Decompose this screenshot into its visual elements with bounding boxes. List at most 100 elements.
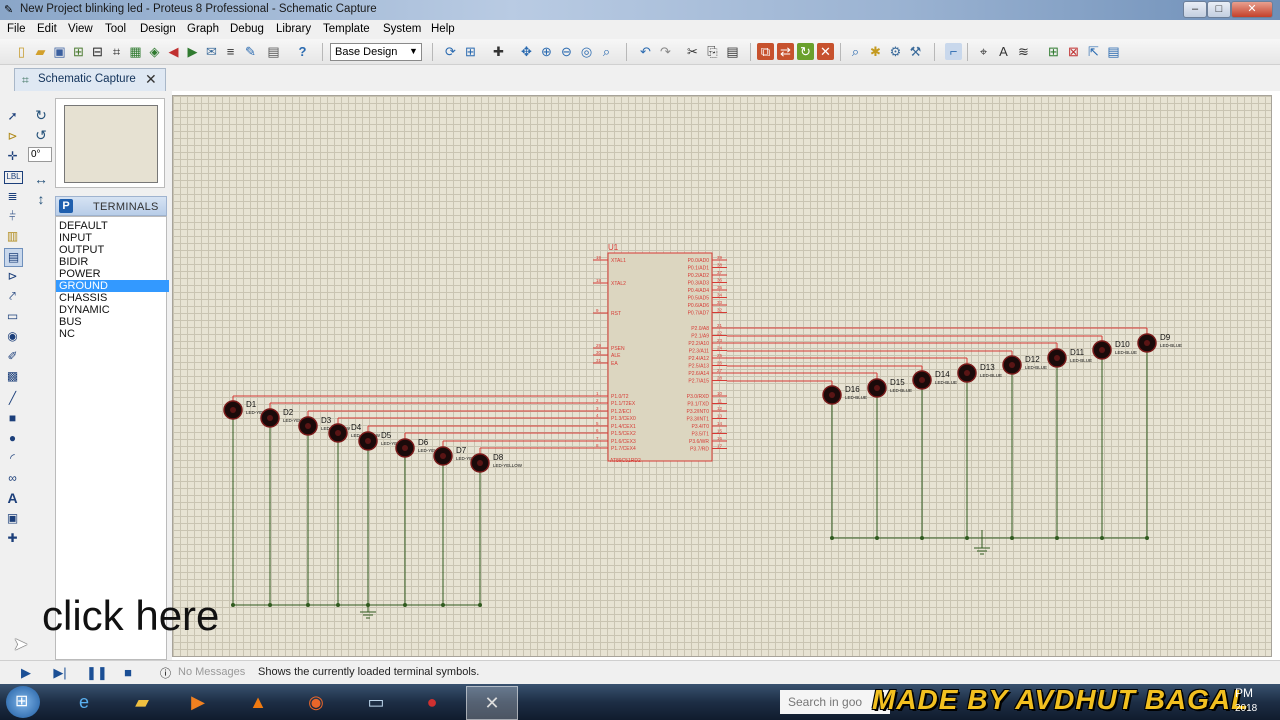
undo-icon[interactable]: ↶	[637, 43, 654, 60]
block-delete-icon[interactable]: ✕	[817, 43, 834, 60]
save-icon[interactable]: ▣	[51, 43, 68, 60]
play-icon[interactable]: ▶	[18, 665, 34, 681]
menu-help[interactable]: Help	[431, 23, 455, 35]
menu-tool[interactable]: Tool	[105, 23, 126, 35]
wire-label-icon[interactable]: LBL	[4, 171, 23, 184]
virtual-instruments-icon[interactable]: ▩	[4, 368, 21, 385]
message-count[interactable]: No Messages	[178, 666, 245, 678]
menu-library[interactable]: Library	[276, 23, 311, 35]
packaging-tool-icon[interactable]: ⚙	[887, 43, 904, 60]
circle-icon[interactable]: ●	[4, 430, 21, 447]
document-icon[interactable]: ▤	[265, 43, 282, 60]
menu-template[interactable]: Template	[323, 23, 370, 35]
pcb-layout-icon[interactable]: ▦	[127, 43, 144, 60]
selection-mode-icon[interactable]: ➚	[4, 108, 21, 125]
device-pins-icon[interactable]: ⊳	[4, 268, 21, 285]
variant-select[interactable]: Base Design ▼	[330, 43, 422, 61]
terminals-mode-icon[interactable]: ▤	[4, 248, 23, 267]
list-item[interactable]: DEFAULT	[56, 220, 169, 232]
help-icon[interactable]: ?	[294, 43, 311, 60]
new-sheet-icon[interactable]: ⊞	[1045, 43, 1062, 60]
rotate-clockwise-icon[interactable]: ↻	[33, 107, 49, 123]
pan-icon[interactable]: ✥	[518, 43, 535, 60]
paste-icon[interactable]: ▤	[724, 43, 741, 60]
line-icon[interactable]: ╱	[4, 390, 21, 407]
list-item[interactable]: DYNAMIC	[56, 304, 169, 316]
voltage-probe-icon[interactable]: ✐	[4, 348, 21, 365]
design-explorer-icon[interactable]: ▶	[184, 43, 201, 60]
schematic-icon[interactable]: ⌗	[108, 43, 125, 60]
media-player-icon[interactable]: ▶	[176, 686, 220, 718]
vlc-icon[interactable]: ▲	[236, 686, 280, 718]
symbol-icon[interactable]: ▣	[4, 510, 21, 527]
text-script-icon[interactable]: ≣	[4, 188, 21, 205]
list-item[interactable]: OUTPUT	[56, 244, 169, 256]
bom-icon[interactable]: ✉	[203, 43, 220, 60]
mirror-horizontal-icon[interactable]: ↔	[33, 171, 49, 187]
tab-schematic-capture[interactable]: ⌗ Schematic Capture ✕	[14, 68, 166, 91]
list-item[interactable]: POWER	[56, 268, 169, 280]
recorder-icon[interactable]: ●	[410, 686, 454, 718]
menu-design[interactable]: Design	[140, 23, 176, 35]
block-copy-icon[interactable]: ⧉	[757, 43, 774, 60]
netlist-icon[interactable]: ▤	[1105, 43, 1122, 60]
menu-edit[interactable]: Edit	[37, 23, 57, 35]
list-item-selected[interactable]: GROUND	[56, 280, 169, 292]
refresh-icon[interactable]: ⟳	[442, 43, 459, 60]
source-code-icon[interactable]: ≡	[222, 43, 239, 60]
menu-view[interactable]: View	[68, 23, 93, 35]
schematic-drawing[interactable]: U1AT89C51RD219XTAL118XTAL29RST29PSEN30AL…	[172, 95, 1272, 657]
electrical-check-icon[interactable]: ≋	[1015, 43, 1032, 60]
zoom-in-icon[interactable]: ⊕	[538, 43, 555, 60]
block-rotate-icon[interactable]: ↻	[797, 43, 814, 60]
zoom-out-icon[interactable]: ⊖	[558, 43, 575, 60]
remove-sheet-icon[interactable]: ⊠	[1065, 43, 1082, 60]
proteus-taskbar-icon[interactable]: ✕	[466, 686, 518, 720]
list-item[interactable]: NC	[56, 328, 169, 340]
grid-toggle-icon[interactable]: ⊞	[462, 43, 479, 60]
origin-icon[interactable]: ✚	[490, 43, 507, 60]
graph-mode-icon[interactable]: ⤤	[4, 288, 21, 305]
junction-dot-icon[interactable]: ✛	[4, 148, 21, 165]
maximize-button[interactable]: □	[1207, 1, 1231, 18]
buses-icon[interactable]: ⫩	[4, 208, 21, 225]
zoom-all-icon[interactable]: ◎	[578, 43, 595, 60]
generator-icon[interactable]: ◉	[4, 328, 21, 345]
make-device-icon[interactable]: ✱	[867, 43, 884, 60]
block-move-icon[interactable]: ⇄	[777, 43, 794, 60]
path-icon[interactable]: ∞	[4, 470, 21, 487]
text-icon[interactable]: A	[4, 490, 21, 507]
menu-system[interactable]: System	[383, 23, 421, 35]
menu-debug[interactable]: Debug	[230, 23, 264, 35]
list-item[interactable]: BUS	[56, 316, 169, 328]
close-window-button[interactable]: ✕	[1231, 1, 1273, 18]
property-assign-icon[interactable]: A	[995, 43, 1012, 60]
stop-icon[interactable]: ■	[120, 665, 136, 681]
start-button[interactable]: ⊞	[6, 686, 40, 718]
cut-icon[interactable]: ✂	[684, 43, 701, 60]
pause-icon[interactable]: ❚❚	[86, 665, 108, 681]
rotation-angle-field[interactable]: 0°	[28, 147, 52, 162]
decompose-icon[interactable]: ⚒	[907, 43, 924, 60]
open-folder-icon[interactable]: ▰	[32, 43, 49, 60]
close-icon[interactable]: ✕	[145, 71, 157, 88]
redo-icon[interactable]: ↷	[657, 43, 674, 60]
subcircuit-icon[interactable]: ▥	[4, 228, 21, 245]
new-file-icon[interactable]: ▯	[13, 43, 30, 60]
marker-icon[interactable]: ✚	[4, 530, 21, 547]
tape-recorder-icon[interactable]: ▭	[4, 308, 21, 325]
list-item[interactable]: CHASSIS	[56, 292, 169, 304]
copy-icon[interactable]: ⎘	[704, 43, 721, 60]
exit-to-parent-icon[interactable]: ⇱	[1085, 43, 1102, 60]
list-item[interactable]: BIDIR	[56, 256, 169, 268]
zoom-area-icon[interactable]: ⌕	[598, 43, 615, 60]
pick-device-icon[interactable]: ⌕	[847, 43, 864, 60]
document-app-icon[interactable]: ▭	[354, 686, 398, 718]
rotate-anticlockwise-icon[interactable]: ↺	[33, 127, 49, 143]
wire-autorouter-icon[interactable]: ⌐	[945, 43, 962, 60]
file-explorer-icon[interactable]: ▰	[120, 686, 164, 718]
mirror-vertical-icon[interactable]: ↕	[33, 191, 49, 207]
gerber-icon[interactable]: ◀	[165, 43, 182, 60]
list-item[interactable]: INPUT	[56, 232, 169, 244]
menu-graph[interactable]: Graph	[187, 23, 219, 35]
